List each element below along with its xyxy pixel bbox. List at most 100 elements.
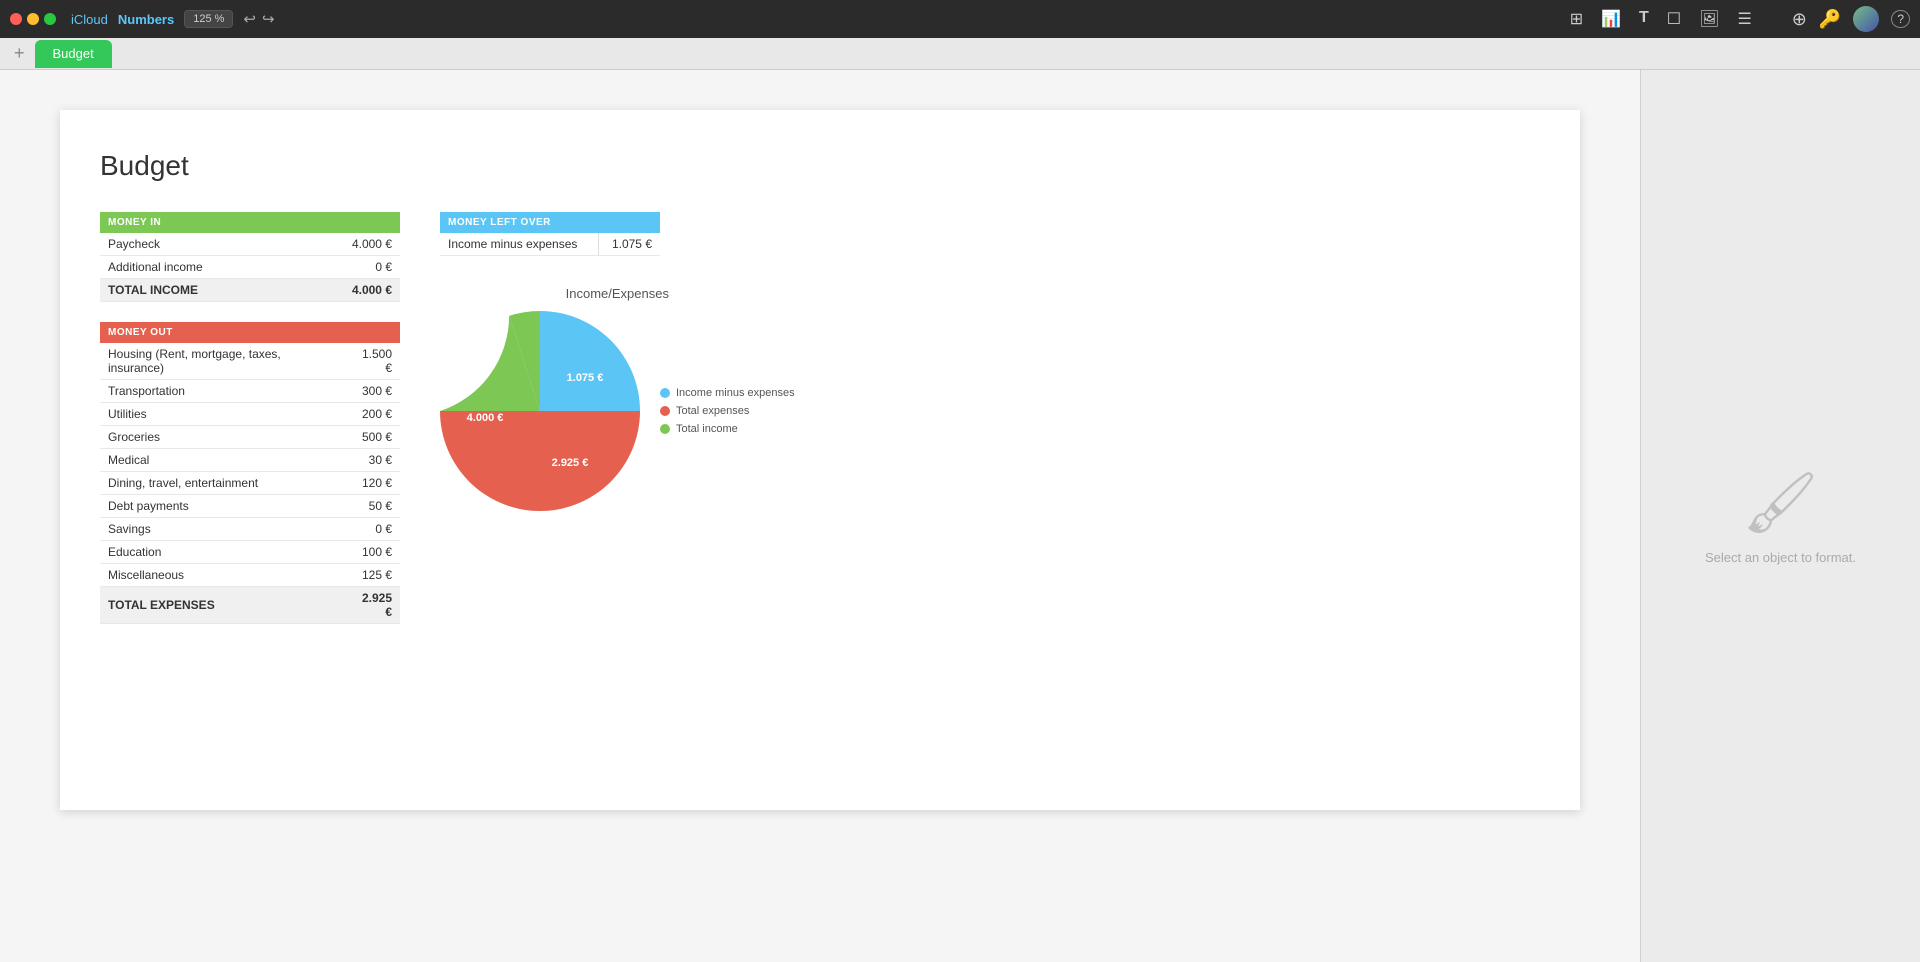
money-in-row: Paycheck4.000 € [100,233,400,256]
row-value: 300 € [344,380,400,403]
legend-item: Total expenses [660,405,795,417]
format-label: Select an object to format. [1705,550,1856,565]
money-in-header: MONEY IN [100,212,400,233]
table-icon[interactable]: ⊞ [1570,9,1583,29]
row-label: Transportation [100,380,344,403]
row-label: Income minus expenses [440,233,599,256]
money-in-row: Additional income0 € [100,256,400,279]
money-out-header: MONEY OUT [100,322,400,343]
page-title: Budget [100,150,1540,182]
chart-container: Income/Expenses [440,286,795,511]
row-label: Medical [100,449,344,472]
money-left-row: Income minus expenses1.075 € [440,233,660,256]
total-income-value: 4.000 € [299,279,400,302]
chart-legend: Income minus expenses Total expenses Total… [660,387,795,435]
settings-icon[interactable]: 🔑 [1819,9,1841,30]
right-panel: 🖌 Select an object to format. [1640,70,1920,962]
undo-redo-group[interactable]: ↩ ↪ [243,10,274,28]
row-value: 200 € [344,403,400,426]
minimize-btn[interactable] [27,13,39,25]
total-expenses-value: 2.925 € [344,587,400,624]
canvas: Budget MONEY IN Paycheck4.000 €Additiona… [0,70,1640,962]
row-label: Housing (Rent, mortgage, taxes, insuranc… [100,343,344,380]
window-controls[interactable] [10,13,56,25]
chart-label-income: 4.000 € [467,412,504,424]
row-value: 4.000 € [299,233,400,256]
shape-icon[interactable]: ☐ [1667,9,1681,29]
money-out-row: Medical30 € [100,449,400,472]
total-income-row: TOTAL INCOME 4.000 € [100,279,400,302]
slice-expenses [440,411,640,511]
total-expenses-row: TOTAL EXPENSES 2.925 € [100,587,400,624]
tab-budget[interactable]: Budget [35,40,112,68]
legend-dot [660,388,670,398]
money-out-row: Dining, travel, entertainment120 € [100,472,400,495]
legend-label: Total income [676,423,738,435]
toolbar-icons[interactable]: ⊞ 📊 T ☐ 🖼 ☰ [1570,9,1752,29]
legend-item: Income minus expenses [660,387,795,399]
money-left-table: MONEY LEFT OVER Income minus expenses1.0… [440,212,660,256]
money-out-row: Transportation300 € [100,380,400,403]
pie-chart: 4.000 € 1.075 € 2.925 € [440,311,640,511]
left-column: MONEY IN Paycheck4.000 €Additional incom… [100,212,400,624]
row-label: Groceries [100,426,344,449]
legend-dot [660,424,670,434]
row-value: 500 € [344,426,400,449]
format-brush-icon: 🖌 [1742,467,1818,538]
row-value: 0 € [299,256,400,279]
toolbar-right: ⊕ 🔑 ? [1792,6,1910,32]
row-label: Miscellaneous [100,564,344,587]
image-icon[interactable]: 🖼 [1699,9,1719,29]
money-left-header: MONEY LEFT OVER [440,212,660,233]
row-label: Additional income [100,256,299,279]
row-value: 120 € [344,472,400,495]
media-icon[interactable]: ☰ [1737,9,1751,29]
topbar: iCloud Numbers 125 % ↩ ↪ ⊞ 📊 T ☐ 🖼 ☰ ⊕ 🔑… [0,0,1920,38]
money-out-row: Groceries500 € [100,426,400,449]
row-value: 50 € [344,495,400,518]
row-value: 125 € [344,564,400,587]
close-btn[interactable] [10,13,22,25]
add-tab-button[interactable]: + [8,43,31,64]
row-label: Debt payments [100,495,344,518]
chart-area: 4.000 € 1.075 € 2.925 € Income minus exp… [440,311,795,511]
fullscreen-btn[interactable] [44,13,56,25]
redo-button[interactable]: ↪ [262,10,275,28]
money-out-row: Debt payments50 € [100,495,400,518]
money-out-row: Housing (Rent, mortgage, taxes, insuranc… [100,343,400,380]
money-in-table: MONEY IN Paycheck4.000 €Additional incom… [100,212,400,302]
row-value: 0 € [344,518,400,541]
row-value: 100 € [344,541,400,564]
help-icon[interactable]: ? [1891,10,1910,28]
row-label: Education [100,541,344,564]
brand-numbers: Numbers [118,12,174,27]
row-value: 1.500 € [344,343,400,380]
row-value: 1.075 € [599,233,660,256]
legend-dot [660,406,670,416]
money-out-row: Education100 € [100,541,400,564]
total-expenses-label: TOTAL EXPENSES [100,587,344,624]
zoom-control[interactable]: 125 % [184,10,233,28]
legend-label: Total expenses [676,405,749,417]
user-avatar[interactable] [1853,6,1879,32]
undo-button[interactable]: ↩ [243,10,256,28]
row-label: Paycheck [100,233,299,256]
total-income-label: TOTAL INCOME [100,279,299,302]
row-label: Savings [100,518,344,541]
collab-icon[interactable]: ⊕ [1792,9,1807,30]
money-out-row: Savings0 € [100,518,400,541]
row-label: Dining, travel, entertainment [100,472,344,495]
text-icon[interactable]: T [1639,9,1649,29]
legend-label: Income minus expenses [676,387,795,399]
chart-title: Income/Expenses [440,286,795,301]
row-value: 30 € [344,449,400,472]
chart-icon[interactable]: 📊 [1601,9,1621,29]
tabbar: + Budget [0,38,1920,70]
legend-item: Total income [660,423,795,435]
chart-label-left: 1.075 € [567,372,604,384]
brand-icloud: iCloud [71,12,108,27]
tables-row: MONEY IN Paycheck4.000 €Additional incom… [100,212,1540,624]
slice-left-over [540,311,640,411]
money-out-row: Miscellaneous125 € [100,564,400,587]
main-layout: Budget MONEY IN Paycheck4.000 €Additiona… [0,70,1920,962]
